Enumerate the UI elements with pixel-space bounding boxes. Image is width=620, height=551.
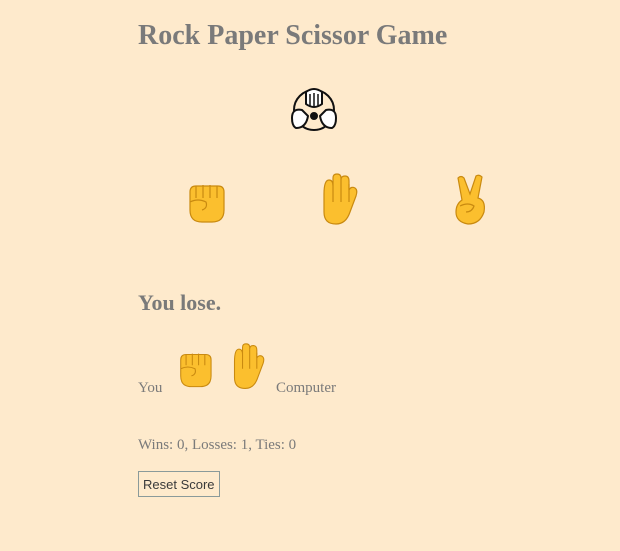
scissors-hand-icon [442,172,498,228]
choice-buttons [138,172,558,228]
page-title: Rock Paper Scissor Game [138,20,448,51]
computer-move-paper-icon [222,342,272,392]
computer-label: Computer [276,380,336,396]
paper-button[interactable] [310,172,366,228]
reset-score-button[interactable]: Reset Score [138,471,220,497]
paper-hand-icon [310,172,366,228]
rock-button[interactable] [178,172,234,228]
you-move-rock-icon [170,342,220,392]
result-text: You lose. [138,290,222,315]
moves-display: You Computer [138,342,498,398]
you-label: You [138,380,163,396]
score-text: Wins: 0, Losses: 1, Ties: 0 [138,437,297,453]
rock-paper-scissors-hands-icon [288,84,340,136]
rock-fist-icon [178,172,234,228]
scissors-button[interactable] [442,172,498,228]
